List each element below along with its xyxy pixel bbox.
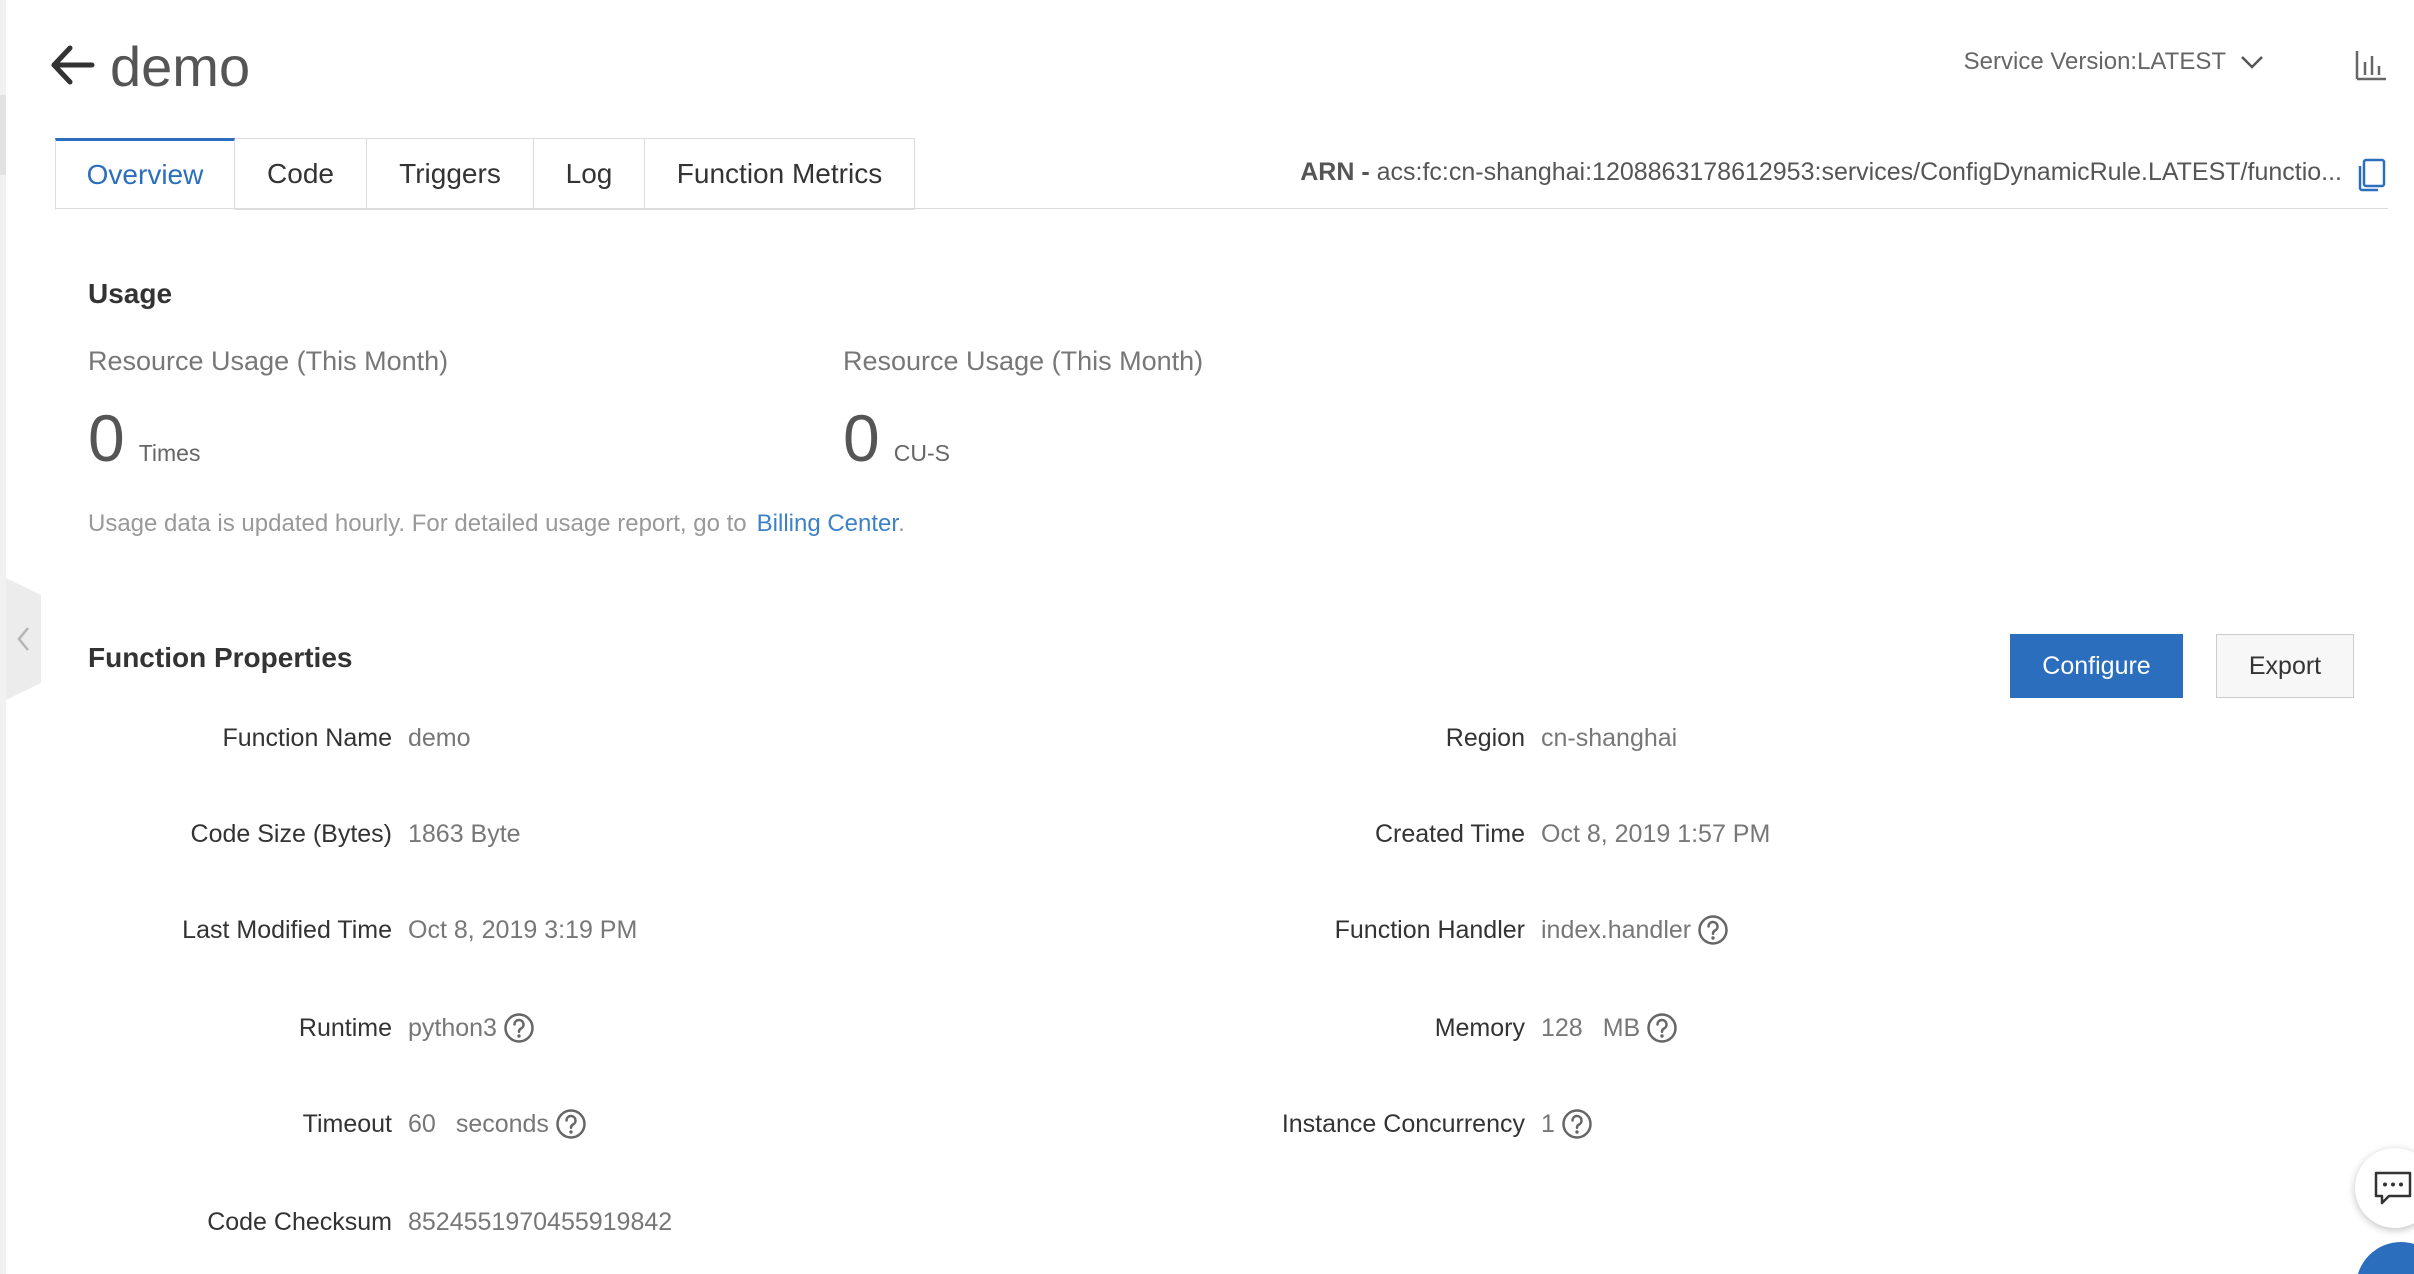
bar-chart-icon[interactable]	[2354, 48, 2388, 82]
tabs-divider	[55, 208, 2388, 209]
arn-prefix: ARN -	[1300, 158, 1370, 186]
usage-number: 0	[88, 401, 125, 475]
chevron-left-icon	[16, 627, 29, 651]
left-edge-bar	[0, 0, 6, 1274]
chat-icon	[2374, 1171, 2412, 1205]
property-function-handler: Function Handler index.handler	[0, 910, 1729, 950]
property-label: Instance Concurrency	[1281, 1109, 1525, 1138]
property-value: 8524551970455919842	[408, 1207, 673, 1236]
property-value: cn-shanghai	[1541, 723, 1678, 752]
function-properties-title: Function Properties	[88, 642, 353, 673]
tab-overview[interactable]: Overview	[55, 138, 235, 210]
usage-title: Usage	[88, 278, 173, 309]
usage-unit: Times	[138, 440, 201, 466]
usage-label-times: Resource Usage (This Month)	[88, 346, 449, 376]
export-button[interactable]: Export	[2216, 634, 2354, 698]
usage-note-text: Usage data is updated hourly. For detail…	[88, 510, 747, 537]
copy-icon[interactable]	[2356, 158, 2386, 192]
chat-button[interactable]	[2355, 1148, 2414, 1228]
page-title: demo	[110, 35, 251, 98]
property-value: Oct 8, 2019 1:57 PM	[1541, 819, 1771, 848]
floating-action-button[interactable]	[2356, 1242, 2414, 1274]
chevron-down-icon	[2241, 56, 2263, 69]
handler-value: index.handler	[1541, 915, 1692, 944]
arn-display: ARN - acs:fc:cn-shanghai:120886317861295…	[1300, 158, 2342, 187]
property-label: Region	[1445, 723, 1525, 752]
property-value: 1	[1541, 1108, 1593, 1140]
usage-label-cus: Resource Usage (This Month)	[843, 346, 1204, 376]
property-label: Function Handler	[1334, 915, 1525, 944]
question-circle-icon[interactable]	[1697, 914, 1729, 946]
tab-log[interactable]: Log	[534, 138, 645, 210]
property-value: index.handler	[1541, 914, 1729, 946]
service-version-dropdown[interactable]: Service Version:LATEST	[1964, 48, 2264, 76]
usage-note: Usage data is updated hourly. For detail…	[88, 510, 905, 538]
property-value: 128 MB	[1541, 1012, 1678, 1044]
property-label: Created Time	[1374, 819, 1525, 848]
property-created-time: Created Time Oct 8, 2019 1:57 PM	[0, 814, 1770, 854]
property-label: Memory	[1434, 1013, 1525, 1042]
memory-unit: MB	[1602, 1013, 1641, 1042]
question-circle-icon[interactable]	[1561, 1108, 1593, 1140]
sidebar-collapse-handle[interactable]	[6, 578, 41, 700]
billing-center-link[interactable]: Billing Center	[757, 510, 898, 537]
usage-value-cus: 0 CU-S	[843, 398, 950, 478]
usage-note-end: .	[898, 510, 905, 537]
usage-number: 0	[843, 401, 880, 475]
tab-code[interactable]: Code	[235, 138, 367, 210]
property-region: Region cn-shanghai	[0, 718, 1677, 758]
tab-function-metrics[interactable]: Function Metrics	[645, 138, 915, 210]
question-circle-icon[interactable]	[1646, 1012, 1678, 1044]
memory-value: 128	[1541, 1013, 1583, 1042]
usage-unit: CU-S	[893, 440, 950, 466]
configure-button[interactable]: Configure	[2010, 634, 2183, 698]
arrow-left-icon[interactable]	[50, 42, 96, 88]
tab-triggers[interactable]: Triggers	[367, 138, 534, 210]
arn-value: acs:fc:cn-shanghai:1208863178612953:serv…	[1376, 158, 2342, 186]
property-instance-concurrency: Instance Concurrency 1	[0, 1104, 1593, 1144]
property-code-checksum: Code Checksum 8524551970455919842	[0, 1202, 672, 1242]
property-label: Code Checksum	[207, 1207, 392, 1236]
left-edge-marker	[0, 95, 6, 175]
property-memory: Memory 128 MB	[0, 1008, 1678, 1048]
service-version-label: Service Version:LATEST	[1963, 48, 2226, 75]
usage-value-times: 0 Times	[88, 398, 200, 478]
tab-bar: Overview Code Triggers Log Function Metr…	[55, 138, 915, 210]
concurrency-value: 1	[1541, 1109, 1555, 1138]
